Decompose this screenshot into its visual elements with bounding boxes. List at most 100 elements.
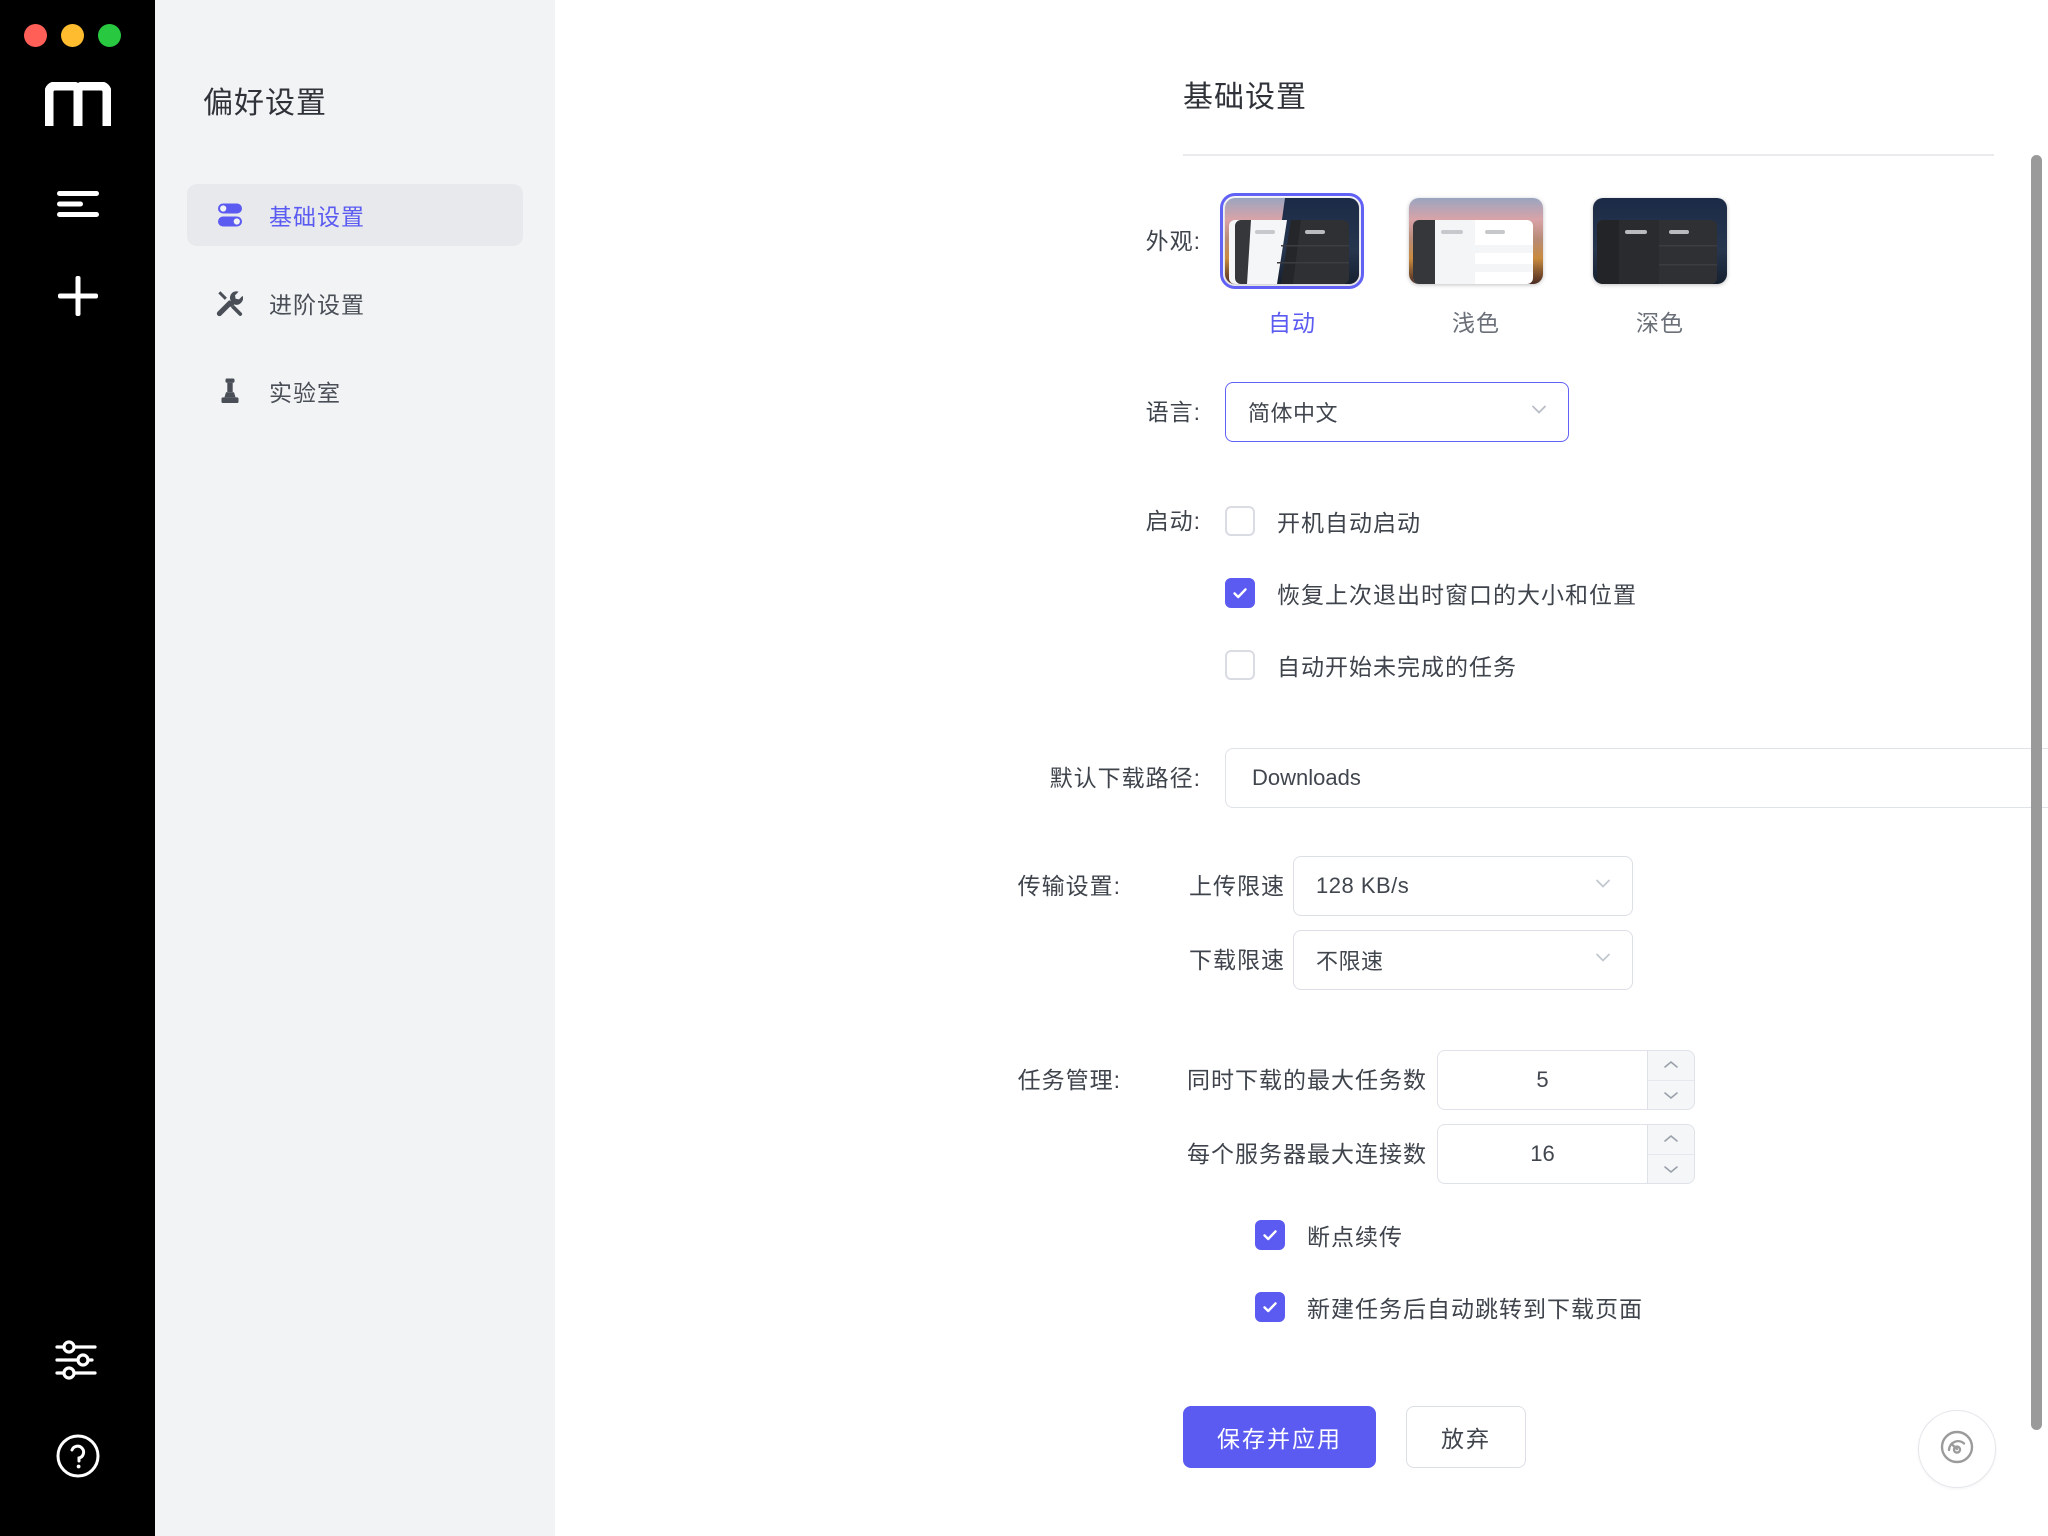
checkbox[interactable] bbox=[1225, 506, 1255, 536]
appearance-options: 自动 浅色 深色 bbox=[1220, 193, 2048, 338]
stepper-buttons bbox=[1647, 1124, 1695, 1184]
max-connections-stepper[interactable]: 16 bbox=[1437, 1124, 1695, 1184]
sidebar-item-label: 基础设置 bbox=[269, 204, 365, 230]
checkbox[interactable] bbox=[1225, 650, 1255, 680]
chevron-down-icon bbox=[1528, 398, 1550, 426]
max-concurrent-row: 同时下载的最大任务数 5 bbox=[1145, 1050, 2048, 1110]
startup-option-autostart[interactable]: 开机自动启动 bbox=[1225, 494, 2048, 548]
download-path-row: 默认下载路径: Downloads bbox=[555, 748, 2048, 808]
download-path-label: 默认下载路径: bbox=[1049, 765, 1201, 791]
speedometer-icon bbox=[1936, 1426, 1978, 1473]
theme-option-auto[interactable]: 自动 bbox=[1220, 193, 1364, 338]
task-list-button[interactable] bbox=[46, 174, 110, 238]
max-connections-row: 每个服务器最大连接数 16 bbox=[1145, 1124, 2048, 1184]
startup-option-resume-unfinished[interactable]: 自动开始未完成的任务 bbox=[1225, 638, 2048, 692]
startup-option-restore-window[interactable]: 恢复上次退出时窗口的大小和位置 bbox=[1225, 566, 2048, 620]
download-path-input[interactable]: Downloads bbox=[1225, 748, 2048, 808]
language-label: 语言: bbox=[1145, 399, 1201, 425]
task-management-row: 任务管理: 同时下载的最大任务数 5 每个服务器最大连接数 16 断点续传 新建… bbox=[555, 1050, 2048, 1352]
appearance-row: 外观: 自动 浅色 深色 bbox=[555, 193, 2048, 338]
sliders-icon bbox=[54, 1339, 101, 1386]
chess-pawn-icon bbox=[215, 376, 245, 406]
sidebar-item-basic-settings[interactable]: 基础设置 bbox=[187, 184, 523, 246]
task-list-icon bbox=[55, 188, 101, 225]
chevron-down-icon bbox=[1592, 946, 1614, 974]
checkbox-label: 新建任务后自动跳转到下载页面 bbox=[1307, 1296, 1643, 1322]
activity-rail bbox=[0, 0, 155, 1536]
max-concurrent-input[interactable]: 5 bbox=[1437, 1050, 1647, 1110]
stepper-decrement-button[interactable] bbox=[1648, 1079, 1694, 1110]
preferences-sidebar: 偏好设置 基础设置 进阶设置 实验室 bbox=[155, 0, 555, 1536]
rail-bottom-group bbox=[0, 1330, 155, 1490]
appearance-label: 外观: bbox=[1145, 228, 1201, 254]
settings-form: 外观: 自动 浅色 深色 语言: 简体中文 启动: 开机自动启动 恢复上次退出时… bbox=[555, 193, 2048, 1468]
help-button[interactable] bbox=[46, 1426, 110, 1490]
theme-label: 深色 bbox=[1636, 310, 1684, 336]
checkbox-label: 自动开始未完成的任务 bbox=[1277, 654, 1517, 680]
page-title: 基础设置 bbox=[1183, 81, 1307, 114]
maximize-window-button[interactable] bbox=[98, 24, 121, 47]
upload-limit-row: 上传限速 128 KB/s bbox=[1145, 856, 2048, 916]
stepper-increment-button[interactable] bbox=[1648, 1125, 1694, 1154]
question-circle-icon bbox=[54, 1432, 102, 1485]
add-task-button[interactable] bbox=[46, 266, 110, 330]
window-traffic-lights bbox=[24, 24, 121, 47]
theme-thumb-dark bbox=[1593, 198, 1727, 284]
theme-option-dark[interactable]: 深色 bbox=[1593, 198, 1727, 338]
preferences-button[interactable] bbox=[46, 1330, 110, 1394]
max-connections-input[interactable]: 16 bbox=[1437, 1124, 1647, 1184]
speed-monitor-button[interactable] bbox=[1918, 1410, 1996, 1488]
chevron-down-icon bbox=[1592, 872, 1614, 900]
checkbox[interactable] bbox=[1255, 1292, 1285, 1322]
minimize-window-button[interactable] bbox=[61, 24, 84, 47]
sidebar-item-label: 实验室 bbox=[269, 380, 341, 406]
checkbox[interactable] bbox=[1255, 1220, 1285, 1250]
sidebar-item-lab[interactable]: 实验室 bbox=[187, 360, 523, 422]
checkbox-label: 开机自动启动 bbox=[1277, 510, 1421, 536]
language-row: 语言: 简体中文 bbox=[555, 382, 2048, 442]
checkbox-label: 断点续传 bbox=[1307, 1224, 1403, 1250]
theme-thumb-auto bbox=[1220, 193, 1364, 289]
save-button[interactable]: 保存并应用 bbox=[1183, 1406, 1376, 1468]
close-window-button[interactable] bbox=[24, 24, 47, 47]
title-divider bbox=[1183, 154, 1994, 156]
main-content: 基础设置 外观: 自动 浅色 深色 语言: 简体中文 启动: 开机自动启动 恢复… bbox=[555, 0, 2048, 1536]
stepper-decrement-button[interactable] bbox=[1648, 1153, 1694, 1184]
upload-limit-value: 128 KB/s bbox=[1316, 873, 1410, 898]
resume-support-option[interactable]: 断点续传 bbox=[1255, 1208, 2048, 1262]
sidebar-item-label: 进阶设置 bbox=[269, 292, 365, 318]
task-management-label: 任务管理: bbox=[1017, 1067, 1121, 1093]
upload-limit-select[interactable]: 128 KB/s bbox=[1293, 856, 1633, 916]
max-concurrent-stepper[interactable]: 5 bbox=[1437, 1050, 1695, 1110]
download-limit-value: 不限速 bbox=[1316, 949, 1384, 974]
download-limit-label: 下载限速 bbox=[1189, 947, 1285, 973]
startup-row: 启动: 开机自动启动 恢复上次退出时窗口的大小和位置 自动开始未完成的任务 bbox=[555, 494, 2048, 710]
tools-icon bbox=[215, 288, 245, 318]
transfer-settings-row: 传输设置: 上传限速 128 KB/s 下载限速 不限速 bbox=[555, 856, 2048, 1004]
sidebar-item-advanced-settings[interactable]: 进阶设置 bbox=[187, 272, 523, 334]
startup-label: 启动: bbox=[1145, 508, 1201, 534]
vertical-scrollbar[interactable] bbox=[2031, 155, 2042, 1430]
language-select[interactable]: 简体中文 bbox=[1225, 382, 1569, 442]
stepper-increment-button[interactable] bbox=[1648, 1051, 1694, 1080]
discard-button[interactable]: 放弃 bbox=[1406, 1406, 1526, 1468]
theme-label: 浅色 bbox=[1452, 310, 1500, 336]
download-path-control: Downloads bbox=[1225, 748, 2048, 808]
upload-limit-label: 上传限速 bbox=[1189, 873, 1285, 899]
sidebar-title: 偏好设置 bbox=[203, 87, 327, 120]
download-limit-row: 下载限速 不限速 bbox=[1145, 930, 2048, 990]
toggles-icon bbox=[215, 200, 245, 230]
download-limit-select[interactable]: 不限速 bbox=[1293, 930, 1633, 990]
theme-label: 自动 bbox=[1268, 310, 1316, 336]
checkbox[interactable] bbox=[1225, 578, 1255, 608]
theme-option-light[interactable]: 浅色 bbox=[1409, 198, 1543, 338]
auto-jump-option[interactable]: 新建任务后自动跳转到下载页面 bbox=[1255, 1280, 2048, 1334]
app-window: 偏好设置 基础设置 进阶设置 实验室 基础设置 外观: 自动 浅色 深色 语言:… bbox=[0, 0, 2048, 1536]
max-concurrent-label: 同时下载的最大任务数 bbox=[1187, 1067, 1427, 1093]
transfer-settings-label: 传输设置: bbox=[1017, 873, 1121, 899]
language-value: 简体中文 bbox=[1248, 401, 1339, 426]
theme-thumb-light bbox=[1409, 198, 1543, 284]
motrix-m-logo bbox=[44, 81, 111, 128]
max-connections-label: 每个服务器最大连接数 bbox=[1187, 1141, 1427, 1167]
stepper-buttons bbox=[1647, 1050, 1695, 1110]
